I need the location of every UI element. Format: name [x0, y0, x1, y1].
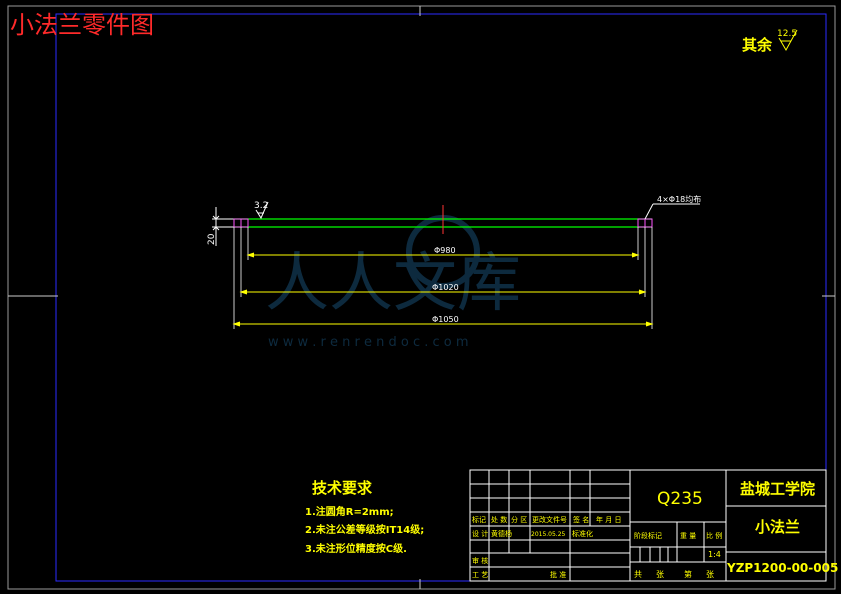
roughness-value: 12.5 — [777, 29, 797, 39]
header-change-doc: 更改文件号 — [532, 515, 567, 524]
sheet-number-label: 第 — [684, 569, 692, 579]
hole-note: 4×Φ18均布 — [657, 194, 701, 204]
header-date: 年 月 日 — [596, 515, 621, 524]
scale-value: 1:4 — [708, 550, 721, 559]
tech-requirements: 技术要求 1.注圆角R=2mm; 2.未注公差等级按IT14级; 3.未注形位精… — [305, 479, 424, 555]
height-dimension: 20 — [207, 233, 217, 245]
design-date: 2015.05.25 — [531, 531, 566, 538]
stage-mark-label: 阶段标记 — [634, 531, 662, 540]
watermark-url: w w w . r e n r e n d o c . c o m — [268, 335, 469, 350]
roughness-label: 其余 — [742, 36, 773, 54]
drawing-number: YZP1200-00-005 — [726, 561, 838, 575]
sheet-total-label: 共 — [634, 570, 642, 579]
tech-requirement-item: 1.注圆角R=2mm; — [305, 505, 394, 518]
process-label: 工 艺 — [472, 571, 488, 579]
page-title: 小法兰零件图 — [10, 11, 154, 39]
material: Q235 — [657, 489, 703, 509]
designer-name: 黄德杨 — [491, 529, 512, 538]
weight-label: 重 量 — [680, 532, 696, 540]
scale-label: 比 例 — [706, 531, 722, 540]
header-zone: 分 区 — [511, 515, 527, 524]
standardization-label: 标准化 — [572, 529, 593, 538]
header-mark: 标记 — [472, 515, 486, 524]
dim-outer: Φ1050 — [432, 315, 459, 324]
part-name: 小法兰 — [755, 518, 800, 536]
header-count: 处 数 — [491, 515, 507, 524]
school-name: 盐城工学院 — [740, 480, 815, 498]
tech-requirement-item: 3.未注形位精度按C级. — [305, 542, 407, 555]
watermark-text: 人人文库 — [265, 247, 521, 321]
watermark: 人人文库 w w w . r e n r e n d o c . c o m — [265, 215, 521, 350]
design-label: 设 计 — [472, 529, 488, 538]
tech-requirements-title: 技术要求 — [312, 479, 373, 497]
header-signature: 签 名 — [573, 515, 589, 524]
sheet-unit-label: 张 — [656, 570, 664, 579]
dim-middle: Φ1020 — [432, 283, 459, 292]
cad-drawing: 小法兰零件图 其余 12.5 人人文库 w w w . r e n r e n … — [7, 5, 838, 590]
tech-requirement-item: 2.未注公差等级按IT14级; — [305, 523, 424, 536]
approve-label: 批 准 — [550, 570, 566, 579]
sheet-unit-label: 张 — [706, 570, 714, 579]
review-label: 审 核 — [472, 556, 488, 565]
dim-inner: Φ980 — [434, 246, 456, 255]
